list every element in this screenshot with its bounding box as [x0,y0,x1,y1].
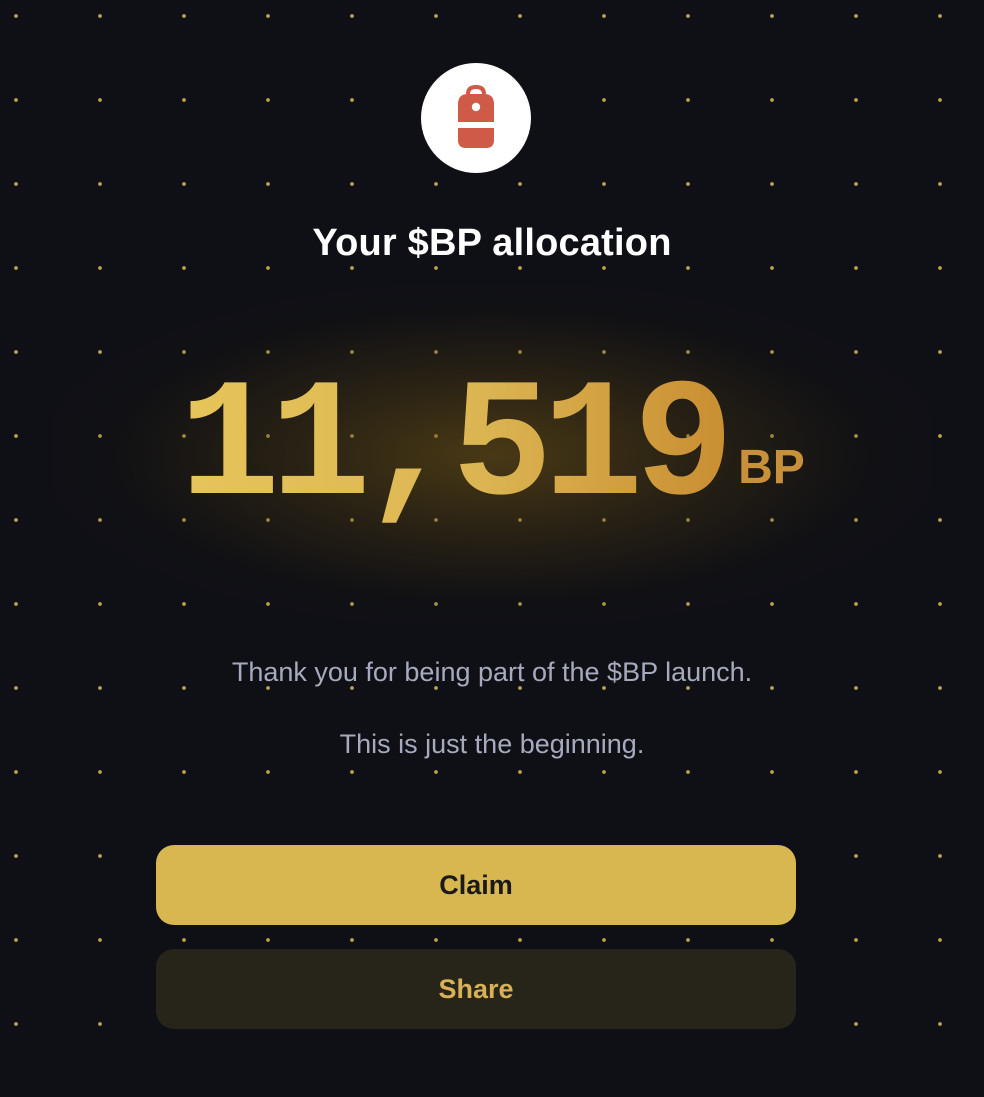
share-button-label: Share [438,973,514,1004]
allocation-display: 11,519 BP [0,365,984,533]
thank-you-message: Thank you for being part of the $BP laun… [231,657,753,687]
share-button[interactable]: Share [156,949,796,1029]
beginning-message: This is just the beginning. [339,729,645,759]
page-title: Your $BP allocation [312,222,672,264]
backpack-icon [458,85,494,148]
allocation-unit: BP [738,441,805,494]
claim-button-label: Claim [439,869,513,900]
claim-button[interactable]: Claim [156,845,796,925]
allocation-screen: Your $BP allocation 11,519 BP Thank you … [0,0,984,1097]
app-logo [421,63,531,173]
allocation-amount: 11,519 [179,354,734,544]
